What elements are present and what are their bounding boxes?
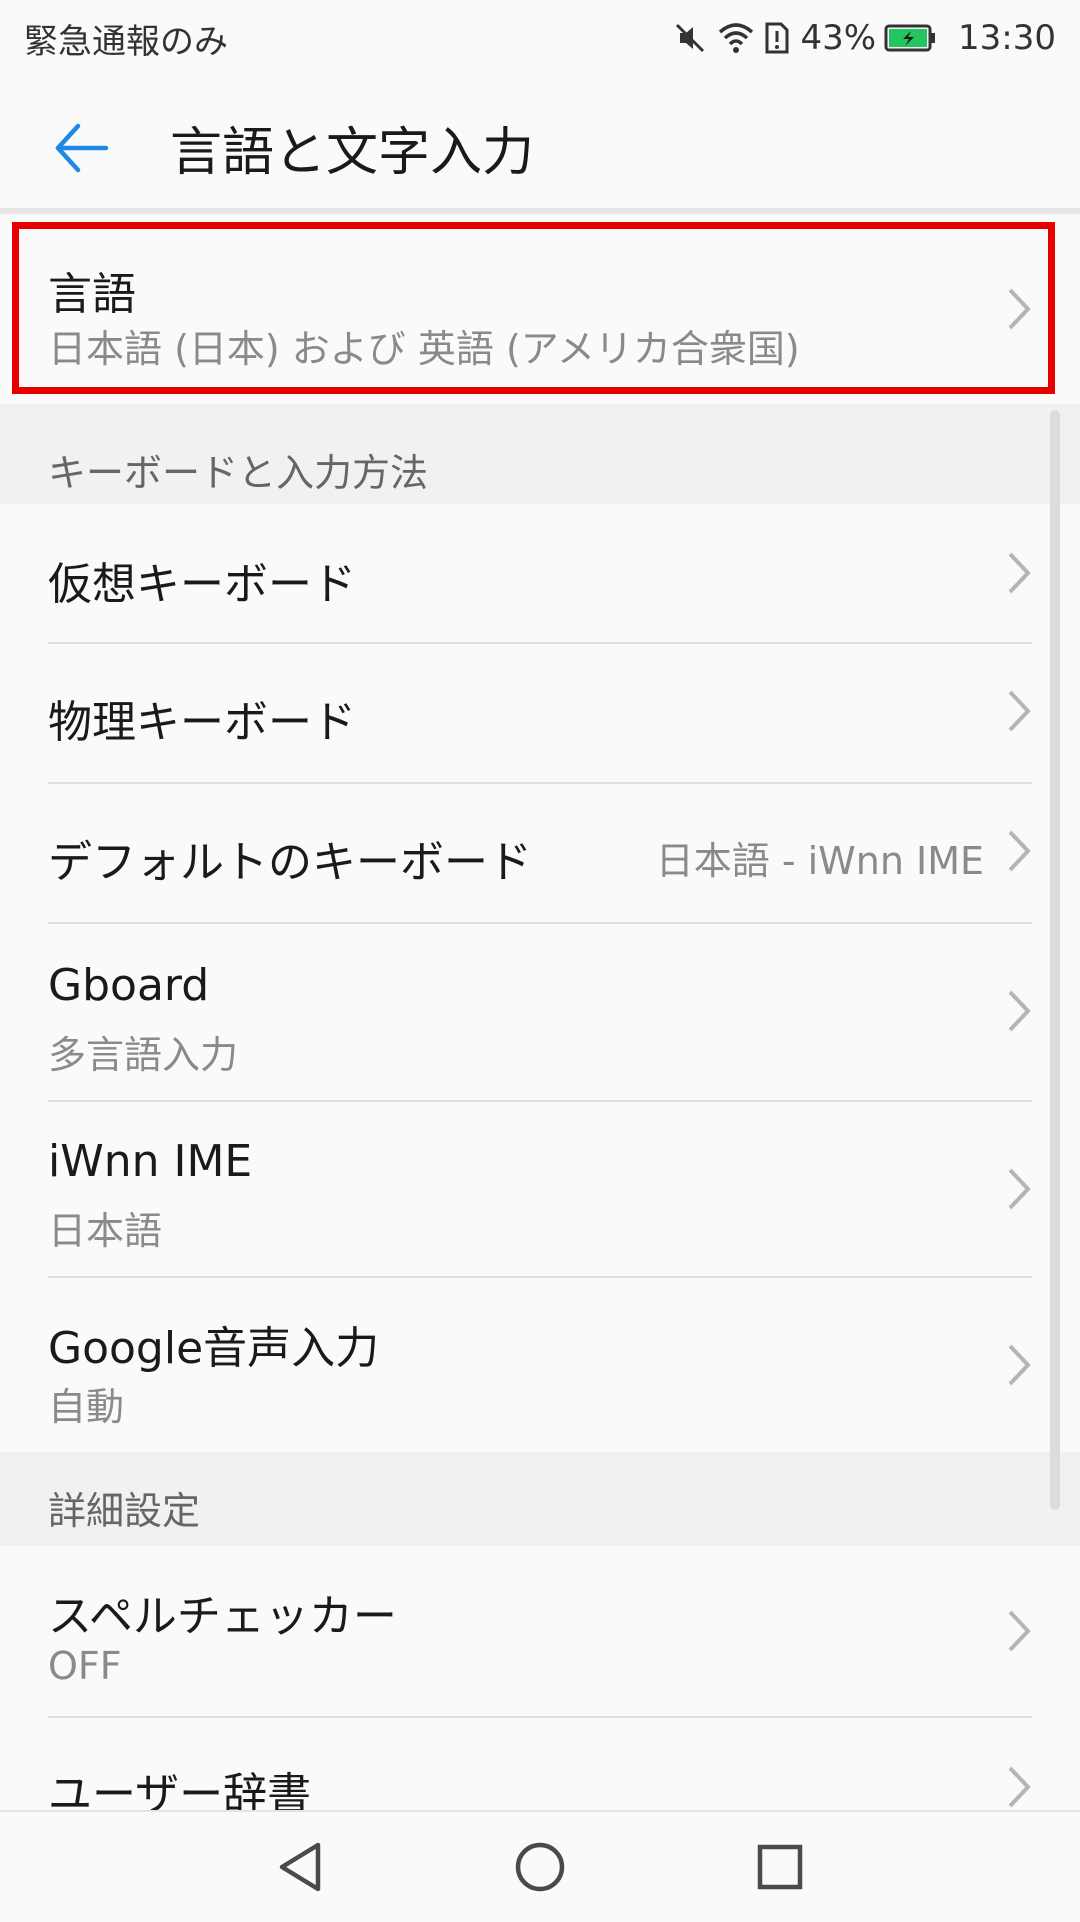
chevron-right-icon — [1008, 1344, 1031, 1386]
highlight-box — [12, 222, 1055, 394]
item-subtitle: 日本語 — [48, 1209, 163, 1253]
mute-icon — [672, 20, 708, 56]
nav-home-button[interactable] — [500, 1832, 580, 1902]
item-title: Google音声入力 — [48, 1323, 380, 1374]
arrow-left-icon — [55, 123, 109, 173]
battery-percent: 43% — [800, 18, 877, 58]
list-item-default-keyboard[interactable]: デフォルトのキーボード 日本語 - iWnn IME — [0, 784, 1080, 922]
page-title: 言語と文字入力 — [170, 123, 535, 183]
item-title: 仮想キーボード — [48, 559, 356, 610]
battery-charging-icon — [884, 23, 938, 53]
chevron-right-icon — [1008, 552, 1031, 594]
chevron-right-icon — [1008, 830, 1031, 872]
section-label: キーボードと入力方法 — [48, 451, 429, 495]
list-item-virtual-keyboard[interactable]: 仮想キーボード — [0, 504, 1080, 642]
list-item-spell-checker[interactable]: スペルチェッカー OFF — [0, 1546, 1080, 1716]
status-bar: 緊急通報のみ 43% 13:30 — [0, 0, 1080, 76]
carrier-text: 緊急通報のみ — [24, 22, 228, 62]
list-item-user-dictionary[interactable]: ユーザー辞書 — [0, 1718, 1080, 1810]
wifi-icon — [716, 20, 756, 56]
item-title: デフォルトのキーボード — [48, 837, 532, 888]
list-item-iwnn-ime[interactable]: iWnn IME 日本語 — [0, 1102, 1080, 1276]
chevron-right-icon — [1008, 1168, 1031, 1210]
status-icons: 43% 13:30 — [672, 14, 1056, 62]
list-item-physical-keyboard[interactable]: 物理キーボード — [0, 644, 1080, 782]
scrollbar[interactable] — [1050, 410, 1060, 1510]
item-subtitle: 自動 — [48, 1385, 125, 1429]
item-title: Gboard — [48, 960, 210, 1011]
item-title: ユーザー辞書 — [48, 1769, 312, 1810]
chevron-right-icon — [1008, 1610, 1031, 1652]
section-header-advanced: 詳細設定 — [0, 1452, 1080, 1546]
item-title: スペルチェッカー — [48, 1591, 397, 1642]
clock: 13:30 — [958, 18, 1056, 58]
home-circle-icon — [515, 1842, 565, 1892]
sim-alert-icon — [764, 20, 790, 56]
chevron-right-icon — [1008, 1766, 1031, 1808]
nav-back-button[interactable] — [260, 1832, 340, 1902]
list-item-google-voice-input[interactable]: Google音声入力 自動 — [0, 1278, 1080, 1452]
chevron-right-icon — [1008, 690, 1031, 732]
item-subtitle: OFF — [48, 1644, 122, 1688]
list-item-gboard[interactable]: Gboard 多言語入力 — [0, 924, 1080, 1100]
app-bar: 言語と文字入力 — [0, 76, 1080, 210]
recents-square-icon — [757, 1844, 803, 1890]
item-title: 物理キーボード — [48, 697, 356, 748]
back-triangle-icon — [279, 1842, 321, 1892]
back-button[interactable] — [40, 106, 124, 190]
section-header-keyboard: キーボードと入力方法 — [0, 404, 1080, 504]
item-value: 日本語 - iWnn IME — [655, 839, 984, 883]
navigation-bar — [0, 1810, 1080, 1922]
item-subtitle: 多言語入力 — [48, 1033, 239, 1077]
section-label: 詳細設定 — [48, 1489, 201, 1533]
item-title: iWnn IME — [48, 1136, 253, 1187]
chevron-right-icon — [1008, 990, 1031, 1032]
nav-recents-button[interactable] — [740, 1832, 820, 1902]
